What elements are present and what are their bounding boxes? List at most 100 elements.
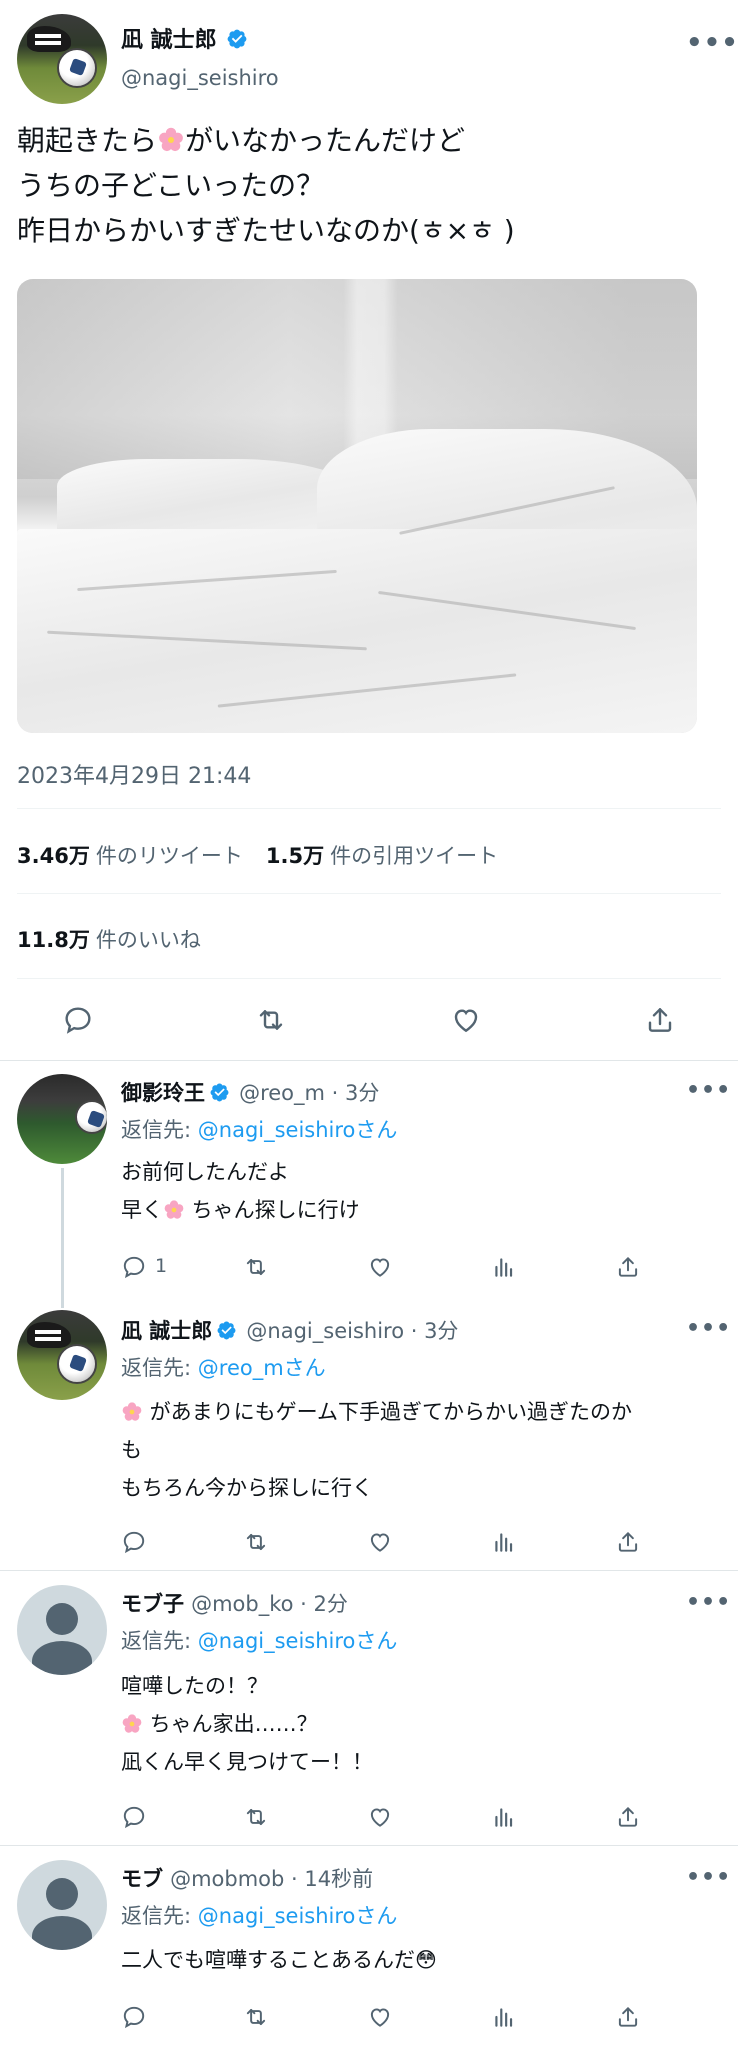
reply-text: お前何したんだよ 早く ちゃん探しに行け: [121, 1160, 360, 1222]
reply-icon[interactable]: [121, 1804, 147, 1830]
mattress-shape: [17, 529, 697, 733]
verified-badge-icon: [227, 29, 247, 49]
reply-text: 二人でも喧嘩することあるんだ😳: [121, 1948, 437, 1972]
default-avatar-body: [32, 1916, 92, 1950]
tweet-text-line: 朝起きたら がいなかったんだけど: [17, 124, 466, 157]
soccer-ball-graphic: [57, 48, 97, 88]
tweet-photo[interactable]: [17, 279, 697, 733]
reply-to-line: 返信先: @nagi_seishiroさん: [121, 1629, 398, 1653]
verified-badge-icon: [210, 1083, 229, 1102]
views-icon[interactable]: [491, 1804, 517, 1830]
author-name[interactable]: 凪 誠士郎: [121, 28, 217, 53]
reply-header[interactable]: モブ @mobmob · 14秒前: [121, 1863, 373, 1893]
reply-text: があまりにもゲーム下手過ぎてからかい過ぎたのか も もちろん今から探しに行く: [121, 1400, 633, 1500]
more-options-icon[interactable]: •••: [686, 1590, 731, 1615]
share-icon[interactable]: [615, 2004, 641, 2030]
reply-author-name[interactable]: 御影玲王: [121, 1081, 205, 1105]
quotes-label: 件の引用ツイート: [330, 844, 499, 868]
divider: [0, 1570, 738, 1571]
reply-to-link[interactable]: @reo_mさん: [198, 1356, 326, 1380]
likes-count: 11.8万: [17, 928, 90, 952]
reply-icon[interactable]: [121, 2004, 147, 2030]
reply-handle-time[interactable]: @nagi_seishiro · 3分: [246, 1319, 458, 1343]
reply-to-line: 返信先: @nagi_seishiroさん: [121, 1904, 398, 1928]
share-icon[interactable]: [644, 1004, 676, 1036]
quotes-count: 1.5万: [265, 844, 325, 868]
retweet-stats[interactable]: 3.46万 件のリツイート 1.5万 件の引用ツイート: [17, 840, 498, 870]
more-options-icon[interactable]: •••: [686, 1078, 731, 1103]
views-icon[interactable]: [491, 2004, 517, 2030]
heart-icon[interactable]: [367, 1529, 393, 1555]
tweet-text-line: うちの子どこいったの？: [17, 169, 325, 202]
reply-avatar[interactable]: [17, 1585, 107, 1675]
tweet-timestamp[interactable]: 2023年4月29日 21:44: [17, 758, 251, 790]
reply-author-name[interactable]: モブ: [121, 1867, 163, 1891]
likes-stats[interactable]: 11.8万 件のいいね: [17, 924, 201, 954]
reply-to-link[interactable]: @nagi_seishiroさん: [198, 1904, 398, 1928]
tweet-text-line: 昨日からかいすぎたせいなのか(ㅎ×ㅎ ): [17, 214, 515, 247]
retweet-icon[interactable]: [243, 1804, 269, 1830]
shoe-graphic: [27, 1322, 71, 1348]
reply-avatar[interactable]: [17, 1860, 107, 1950]
reply-to-link[interactable]: @nagi_seishiroさん: [198, 1629, 398, 1653]
more-options-icon[interactable]: •••: [686, 1316, 731, 1341]
divider: [0, 1060, 738, 1061]
verified-badge-icon: [217, 1321, 236, 1340]
share-icon[interactable]: [615, 1529, 641, 1555]
reply-to-link[interactable]: @nagi_seishiroさん: [198, 1118, 398, 1142]
retweet-icon[interactable]: [243, 2004, 269, 2030]
author-avatar[interactable]: [17, 14, 107, 104]
reply-to-line: 返信先: @reo_mさん: [121, 1356, 326, 1380]
retweet-icon[interactable]: [243, 1254, 269, 1280]
retweets-label: 件のリツイート: [95, 844, 243, 868]
reply-action-bar: [121, 1804, 651, 1832]
cherry-blossom-emoji: [164, 1200, 184, 1219]
reply-author-name[interactable]: モブ子: [121, 1592, 184, 1616]
likes-label: 件のいいね: [95, 928, 201, 952]
soccer-ball-graphic: [75, 1100, 107, 1134]
reply-author-name[interactable]: 凪 誠士郎: [121, 1319, 212, 1343]
cherry-blossom-emoji: [122, 1402, 142, 1421]
reply-icon[interactable]: [121, 1254, 147, 1280]
heart-icon[interactable]: [367, 1804, 393, 1830]
reply-action-bar: [121, 1529, 651, 1557]
default-avatar-head: [46, 1878, 78, 1910]
reply-handle-time[interactable]: @reo_m · 3分: [239, 1081, 379, 1105]
reply-handle-time[interactable]: @mobmob · 14秒前: [170, 1867, 373, 1891]
reply-handle-time[interactable]: @mob_ko · 2分: [191, 1592, 348, 1616]
views-icon[interactable]: [491, 1254, 517, 1280]
reply-icon[interactable]: [121, 1529, 147, 1555]
reply-avatar[interactable]: [17, 1310, 107, 1400]
divider: [17, 893, 721, 894]
reply-header[interactable]: 御影玲王 @reo_m · 3分: [121, 1077, 379, 1107]
retweets-count: 3.46万: [17, 844, 90, 868]
shoe-graphic: [27, 26, 71, 52]
retweet-icon[interactable]: [255, 1004, 287, 1036]
author-name-row[interactable]: 凪 誠士郎: [121, 22, 248, 54]
reply-header[interactable]: モブ子 @mob_ko · 2分: [121, 1588, 348, 1618]
share-icon[interactable]: [615, 1254, 641, 1280]
share-icon[interactable]: [615, 1804, 641, 1830]
soccer-ball-graphic: [57, 1344, 97, 1384]
views-icon[interactable]: [491, 1529, 517, 1555]
reply-to-line: 返信先: @nagi_seishiroさん: [121, 1118, 398, 1142]
default-avatar-body: [32, 1641, 92, 1675]
reply-avatar[interactable]: [17, 1074, 107, 1164]
divider: [17, 978, 721, 979]
reply-count: 1: [155, 1255, 168, 1277]
retweet-icon[interactable]: [243, 1529, 269, 1555]
divider: [0, 1845, 738, 1846]
reply-text: 喧嘩したの！？ ちゃん家出……？ 凪くん早く見つけてー！！: [121, 1674, 373, 1774]
heart-icon[interactable]: [450, 1004, 482, 1036]
reply-action-bar: 1: [121, 1254, 651, 1282]
cherry-blossom-emoji: [159, 127, 183, 152]
reply-action-bar: [121, 2004, 651, 2032]
reply-icon[interactable]: [62, 1004, 94, 1036]
author-handle[interactable]: @nagi_seishiro: [121, 66, 279, 90]
more-options-icon[interactable]: •••: [686, 28, 738, 58]
tweet-text: 朝起きたら がいなかったんだけど うちの子どこいったの？ 昨日からかいすぎたせいな…: [17, 118, 515, 253]
heart-icon[interactable]: [367, 1254, 393, 1280]
heart-icon[interactable]: [367, 2004, 393, 2030]
reply-header[interactable]: 凪 誠士郎 @nagi_seishiro · 3分: [121, 1315, 458, 1345]
more-options-icon[interactable]: •••: [686, 1865, 731, 1890]
